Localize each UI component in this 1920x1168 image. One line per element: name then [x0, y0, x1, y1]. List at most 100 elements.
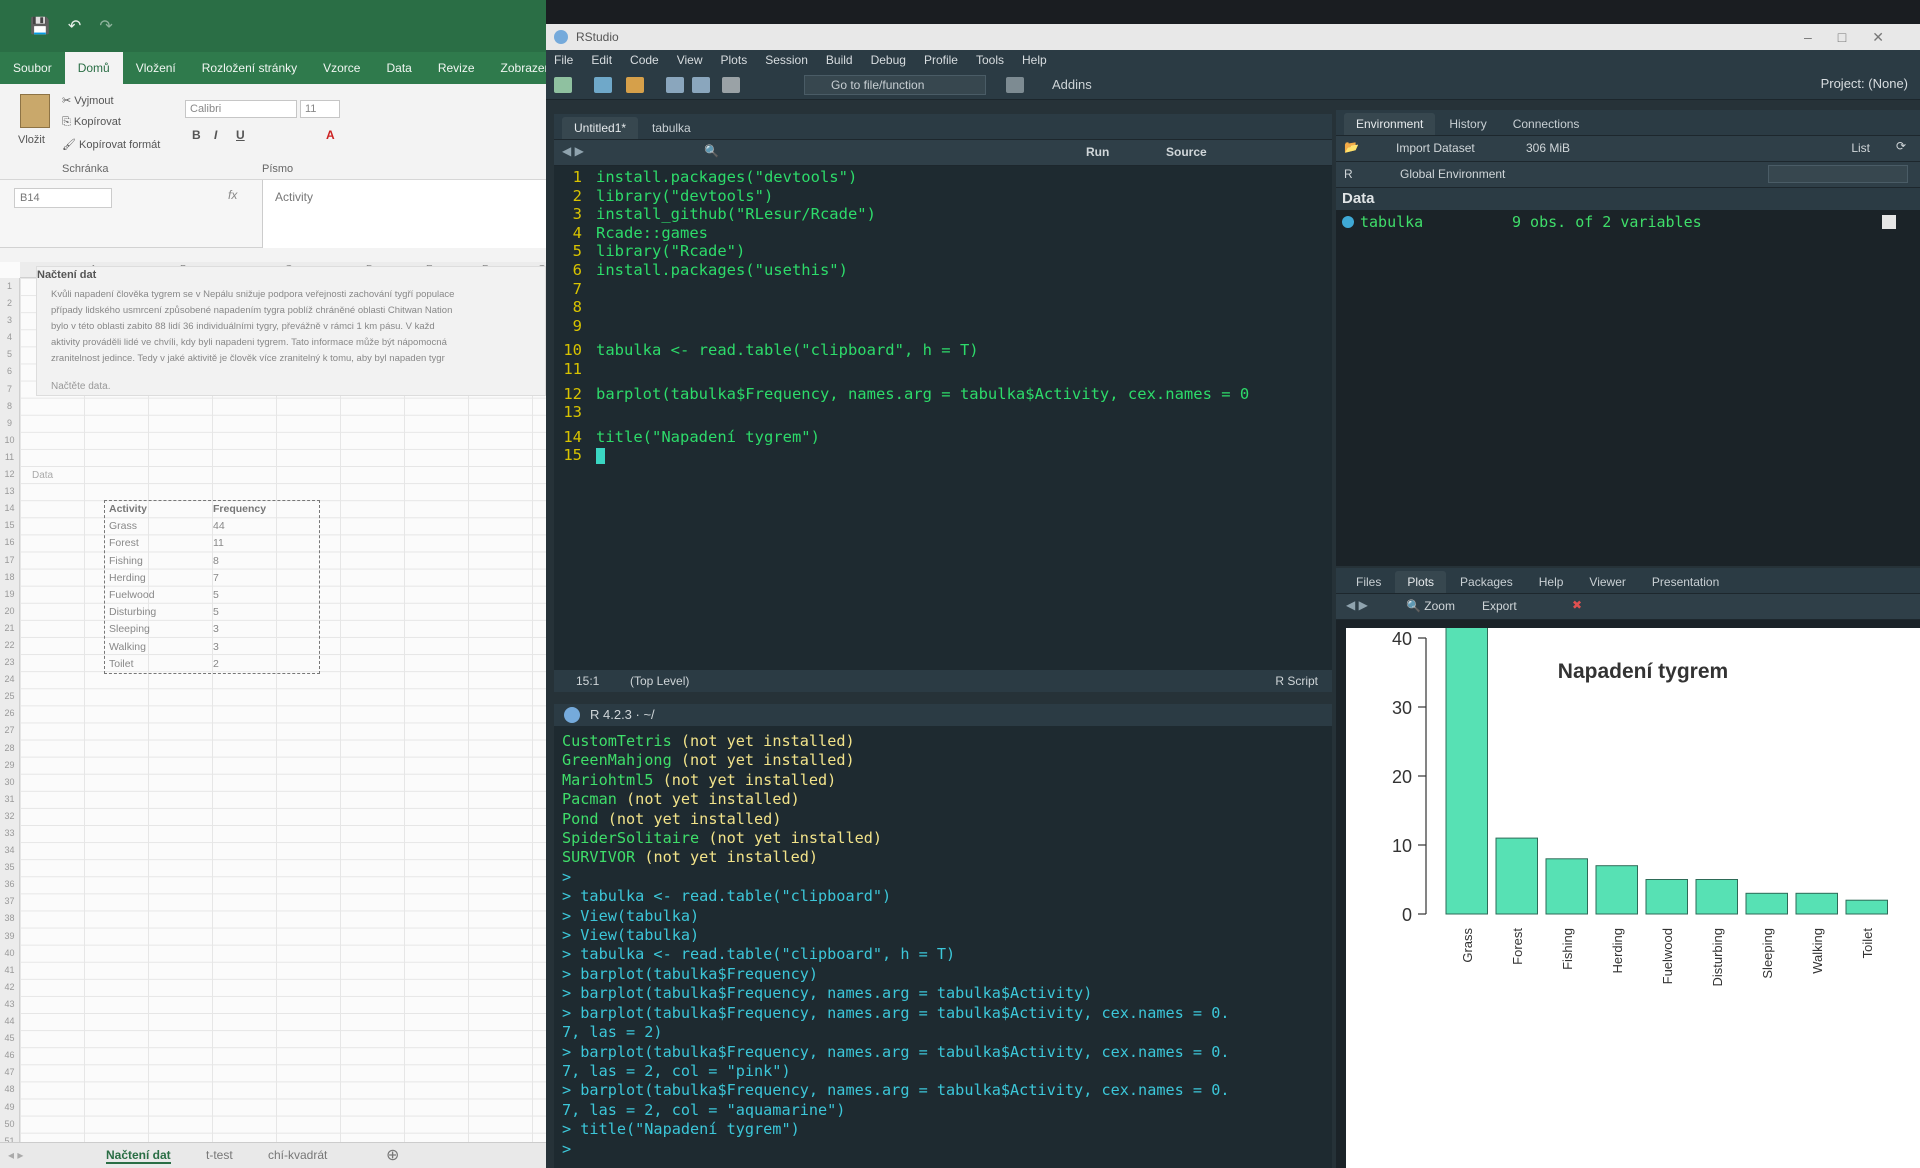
ribbon-tab-rozlozeni-stranky[interactable]: Rozložení stránky: [189, 52, 310, 84]
table-header-cell[interactable]: Activity: [105, 501, 213, 518]
row-header[interactable]: 10: [0, 432, 19, 449]
copy-button[interactable]: ⎘ Kopírovat: [62, 116, 121, 129]
goto-file-input[interactable]: Go to file/function: [804, 75, 986, 95]
table-cell[interactable]: 2: [213, 656, 219, 673]
table-cell[interactable]: Disturbing: [105, 604, 213, 621]
row-header[interactable]: 32: [0, 808, 19, 825]
sheet-nav-icon[interactable]: ◂ ▸: [8, 1148, 23, 1162]
expand-icon[interactable]: [1342, 216, 1354, 228]
row-header[interactable]: 43: [0, 996, 19, 1013]
load-workspace-icon[interactable]: 📂: [1344, 140, 1359, 154]
row-header[interactable]: 39: [0, 928, 19, 945]
row-header[interactable]: 35: [0, 859, 19, 876]
row-header[interactable]: 15: [0, 517, 19, 534]
underline-button[interactable]: U: [236, 128, 245, 142]
plot-nav-icon[interactable]: ◀ ▶: [1346, 598, 1368, 612]
table-cell[interactable]: 44: [213, 518, 225, 535]
table-cell[interactable]: 3: [213, 621, 219, 638]
table-cell[interactable]: Grass: [105, 518, 213, 535]
code-line[interactable]: 9: [554, 317, 1332, 336]
code-line[interactable]: 1 install.packages("devtools"): [554, 168, 1332, 187]
search-icon[interactable]: 🔍: [704, 144, 719, 158]
save-icon[interactable]: 💾: [30, 16, 50, 36]
menu-debug[interactable]: Debug: [871, 53, 906, 67]
row-header[interactable]: 29: [0, 757, 19, 774]
menu-view[interactable]: View: [677, 53, 703, 67]
row-header[interactable]: 38: [0, 910, 19, 927]
filetype-selector[interactable]: R Script: [1275, 670, 1318, 692]
view-mode-select[interactable]: List: [1851, 141, 1870, 155]
menu-session[interactable]: Session: [765, 53, 808, 67]
table-cell[interactable]: 8: [213, 553, 219, 570]
save-icon[interactable]: [666, 77, 684, 93]
bold-button[interactable]: B: [192, 128, 201, 142]
menu-edit[interactable]: Edit: [591, 53, 612, 67]
table-cell[interactable]: Walking: [105, 639, 213, 656]
row-header[interactable]: 4: [0, 329, 19, 346]
code-line[interactable]: 14 title("Napadení tygrem"): [554, 428, 1332, 447]
font-color-button[interactable]: A: [326, 128, 335, 142]
window-controls[interactable]: –□✕: [1804, 24, 1910, 50]
refresh-icon[interactable]: ⟳: [1896, 139, 1906, 153]
font-size-select[interactable]: 11: [300, 100, 340, 118]
run-button[interactable]: Run: [1086, 145, 1109, 159]
back-forward-icon[interactable]: ◀ ▶: [562, 144, 584, 158]
addins-menu[interactable]: Addins: [1052, 77, 1092, 92]
save-all-icon[interactable]: [692, 77, 710, 93]
sheet-tab-t-test[interactable]: t-test: [206, 1148, 233, 1162]
row-header[interactable]: 14: [0, 500, 19, 517]
ribbon-tab-vzorce[interactable]: Vzorce: [310, 52, 373, 84]
menu-file[interactable]: File: [554, 53, 573, 67]
row-header[interactable]: 11: [0, 449, 19, 466]
row-header[interactable]: 8: [0, 398, 19, 415]
view-table-icon[interactable]: [1882, 215, 1896, 229]
memory-usage[interactable]: 306 MiB: [1526, 141, 1570, 155]
workspace-panes-icon[interactable]: [1006, 77, 1024, 93]
zoom-button[interactable]: 🔍 Zoom: [1406, 599, 1455, 613]
row-header[interactable]: 5: [0, 346, 19, 363]
tab-history[interactable]: History: [1437, 113, 1498, 135]
table-cell[interactable]: 5: [213, 587, 219, 604]
row-header[interactable]: 9: [0, 415, 19, 432]
code-line[interactable]: 15: [554, 446, 1332, 465]
new-project-icon[interactable]: [594, 77, 612, 93]
import-dataset-button[interactable]: Import Dataset: [1396, 141, 1475, 155]
ribbon-tab-vlozeni[interactable]: Vložení: [123, 52, 189, 84]
row-header[interactable]: 13: [0, 483, 19, 500]
row-header[interactable]: 7: [0, 381, 19, 398]
paste-icon[interactable]: [20, 94, 50, 128]
tab-connections[interactable]: Connections: [1501, 113, 1592, 135]
undo-icon[interactable]: ↶: [68, 16, 81, 36]
row-header[interactable]: 12: [0, 466, 19, 483]
font-name-select[interactable]: Calibri: [185, 100, 297, 118]
tab-packages[interactable]: Packages: [1448, 571, 1525, 593]
code-line[interactable]: 12 barplot(tabulka$Frequency, names.arg =…: [554, 385, 1332, 404]
data-table[interactable]: Activity Frequency Grass 44 Forest 11 Fishing 8…: [104, 500, 320, 674]
row-header[interactable]: 36: [0, 876, 19, 893]
row-header[interactable]: 47: [0, 1064, 19, 1081]
name-box[interactable]: B14: [14, 188, 112, 208]
scope-selector[interactable]: (Top Level): [630, 670, 689, 692]
ribbon-tab-zobrazeni[interactable]: Zobrazení: [488, 52, 546, 84]
table-cell[interactable]: Herding: [105, 570, 213, 587]
ribbon-tab-domu[interactable]: Domů: [64, 52, 123, 84]
console-output[interactable]: CustomTetris (not yet installed) GreenMah…: [562, 732, 1322, 1159]
table-cell[interactable]: Toilet: [105, 656, 213, 673]
tab-untitled1[interactable]: Untitled1*: [562, 117, 639, 139]
row-header[interactable]: 48: [0, 1081, 19, 1098]
row-header[interactable]: 22: [0, 637, 19, 654]
row-header[interactable]: 26: [0, 705, 19, 722]
code-line[interactable]: 4 Rcade::games: [554, 224, 1332, 243]
tab-tabulka[interactable]: tabulka: [640, 117, 703, 139]
row-header[interactable]: 41: [0, 962, 19, 979]
environment-search-input[interactable]: [1768, 165, 1908, 183]
row-header[interactable]: 37: [0, 893, 19, 910]
table-cell[interactable]: Sleeping: [105, 621, 213, 638]
tab-presentation[interactable]: Presentation: [1640, 571, 1731, 593]
export-button[interactable]: Export: [1482, 599, 1517, 613]
row-header[interactable]: 21: [0, 620, 19, 637]
sheet-tab-chi-kvadrat[interactable]: chí-kvadrát: [268, 1148, 327, 1162]
table-cell[interactable]: 11: [213, 535, 224, 552]
row-header[interactable]: 18: [0, 569, 19, 586]
menu-build[interactable]: Build: [826, 53, 853, 67]
